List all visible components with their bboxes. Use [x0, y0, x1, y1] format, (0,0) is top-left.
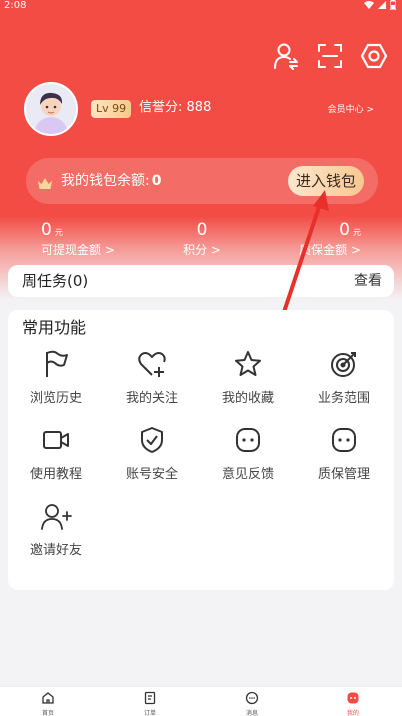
tab-orders[interactable]: 订单 [130, 690, 170, 716]
avatar[interactable] [24, 82, 78, 136]
tab-messages[interactable]: 消息 [232, 690, 272, 716]
star-icon [200, 346, 296, 382]
credit-score-value: 888 [186, 100, 212, 115]
stat-unit: 元 [353, 228, 361, 237]
stat-withdrawable[interactable]: 0元 可提现金额 > [41, 220, 115, 258]
credit-score-label: 信誉分: [139, 100, 183, 115]
wallet-balance-label: 我的钱包余额: [61, 173, 150, 189]
wallet-balance: 我的钱包余额: 0 [61, 171, 161, 191]
wallet-balance-amount: 0 [151, 173, 162, 189]
function-business-scope[interactable]: 业务范围 [296, 346, 392, 416]
function-label: 业务范围 [317, 391, 370, 406]
level-badge: Lv 99 [91, 100, 132, 118]
view-weekly-tasks-button[interactable]: 查看 [354, 271, 382, 291]
home-icon [28, 690, 68, 709]
stat-warranty[interactable]: 0元 质保金额 > [297, 220, 361, 258]
order-icon [130, 690, 170, 709]
function-my-favorites[interactable]: 我的收藏 [200, 346, 296, 416]
stat-points[interactable]: 0 积分 > [182, 220, 222, 258]
function-my-follows[interactable]: 我的关注 [104, 346, 200, 416]
tab-label: 订单 [143, 710, 156, 716]
function-label: 意见反馈 [221, 467, 274, 482]
member-center-link[interactable]: 会员中心 > [328, 102, 374, 115]
bottom-tab-bar: 首页 订单 消息 我的 [0, 686, 402, 716]
battery-icon [389, 0, 397, 13]
feedback-icon [200, 422, 296, 458]
tab-label: 首页 [41, 710, 54, 716]
wallet-card[interactable]: 我的钱包余额: 0 进入钱包 [26, 158, 378, 204]
weekly-tasks-card: 周任务(0) 查看 [8, 265, 394, 297]
signal-icon [378, 1, 386, 12]
stat-label: 质保金额 > [299, 243, 361, 257]
user-switch-icon[interactable] [272, 40, 300, 72]
tab-label: 我的 [346, 710, 359, 716]
target-icon [296, 346, 392, 382]
function-account-security[interactable]: 账号安全 [104, 422, 200, 492]
stat-label: 可提现金额 > [41, 243, 115, 257]
me-icon [333, 690, 373, 709]
stat-value: 0 [196, 220, 208, 240]
warranty-icon [296, 422, 392, 458]
invite-user-icon [8, 498, 104, 534]
function-invite-friends[interactable]: 邀请好友 [8, 498, 104, 568]
function-label: 我的关注 [125, 391, 178, 406]
wifi-icon [364, 1, 374, 12]
function-label: 浏览历史 [29, 391, 82, 406]
credit-score: 信誉分: 888 [139, 99, 211, 117]
stat-value: 0 [339, 220, 350, 240]
scan-icon[interactable] [316, 40, 344, 72]
video-icon [8, 422, 104, 458]
stat-value: 0 [41, 220, 52, 240]
shield-icon [104, 422, 200, 458]
common-functions-heading: 常用功能 [22, 318, 87, 337]
tab-me[interactable]: 我的 [333, 690, 373, 716]
function-browse-history[interactable]: 浏览历史 [8, 346, 104, 416]
function-feedback[interactable]: 意见反馈 [200, 422, 296, 492]
enter-wallet-button[interactable]: 进入钱包 [287, 166, 364, 196]
function-tutorial[interactable]: 使用教程 [8, 422, 104, 492]
status-bar: 2:08 [0, 0, 402, 14]
function-label: 账号安全 [125, 467, 178, 482]
stat-label: 积分 > [183, 243, 221, 257]
function-label: 使用教程 [29, 467, 82, 482]
tab-label: 消息 [245, 710, 258, 716]
common-functions-card: 常用功能 浏览历史 我的关注 我的收藏 业务范围 使用教程 账号安全 意见反馈 … [8, 310, 394, 590]
settings-icon[interactable] [360, 40, 388, 72]
flag-icon [8, 346, 104, 382]
weekly-tasks-title: 周任务(0) [22, 272, 89, 290]
status-time: 2:08 [4, 0, 27, 11]
function-label: 质保管理 [317, 467, 370, 482]
stat-unit: 元 [54, 228, 63, 237]
function-warranty-management[interactable]: 质保管理 [296, 422, 392, 492]
function-label: 邀请好友 [29, 543, 82, 558]
crown-icon [38, 174, 52, 193]
tab-home[interactable]: 首页 [28, 690, 68, 716]
heart-plus-icon [104, 346, 200, 382]
header-actions [272, 40, 388, 72]
function-label: 我的收藏 [221, 391, 274, 406]
message-icon [232, 690, 272, 709]
